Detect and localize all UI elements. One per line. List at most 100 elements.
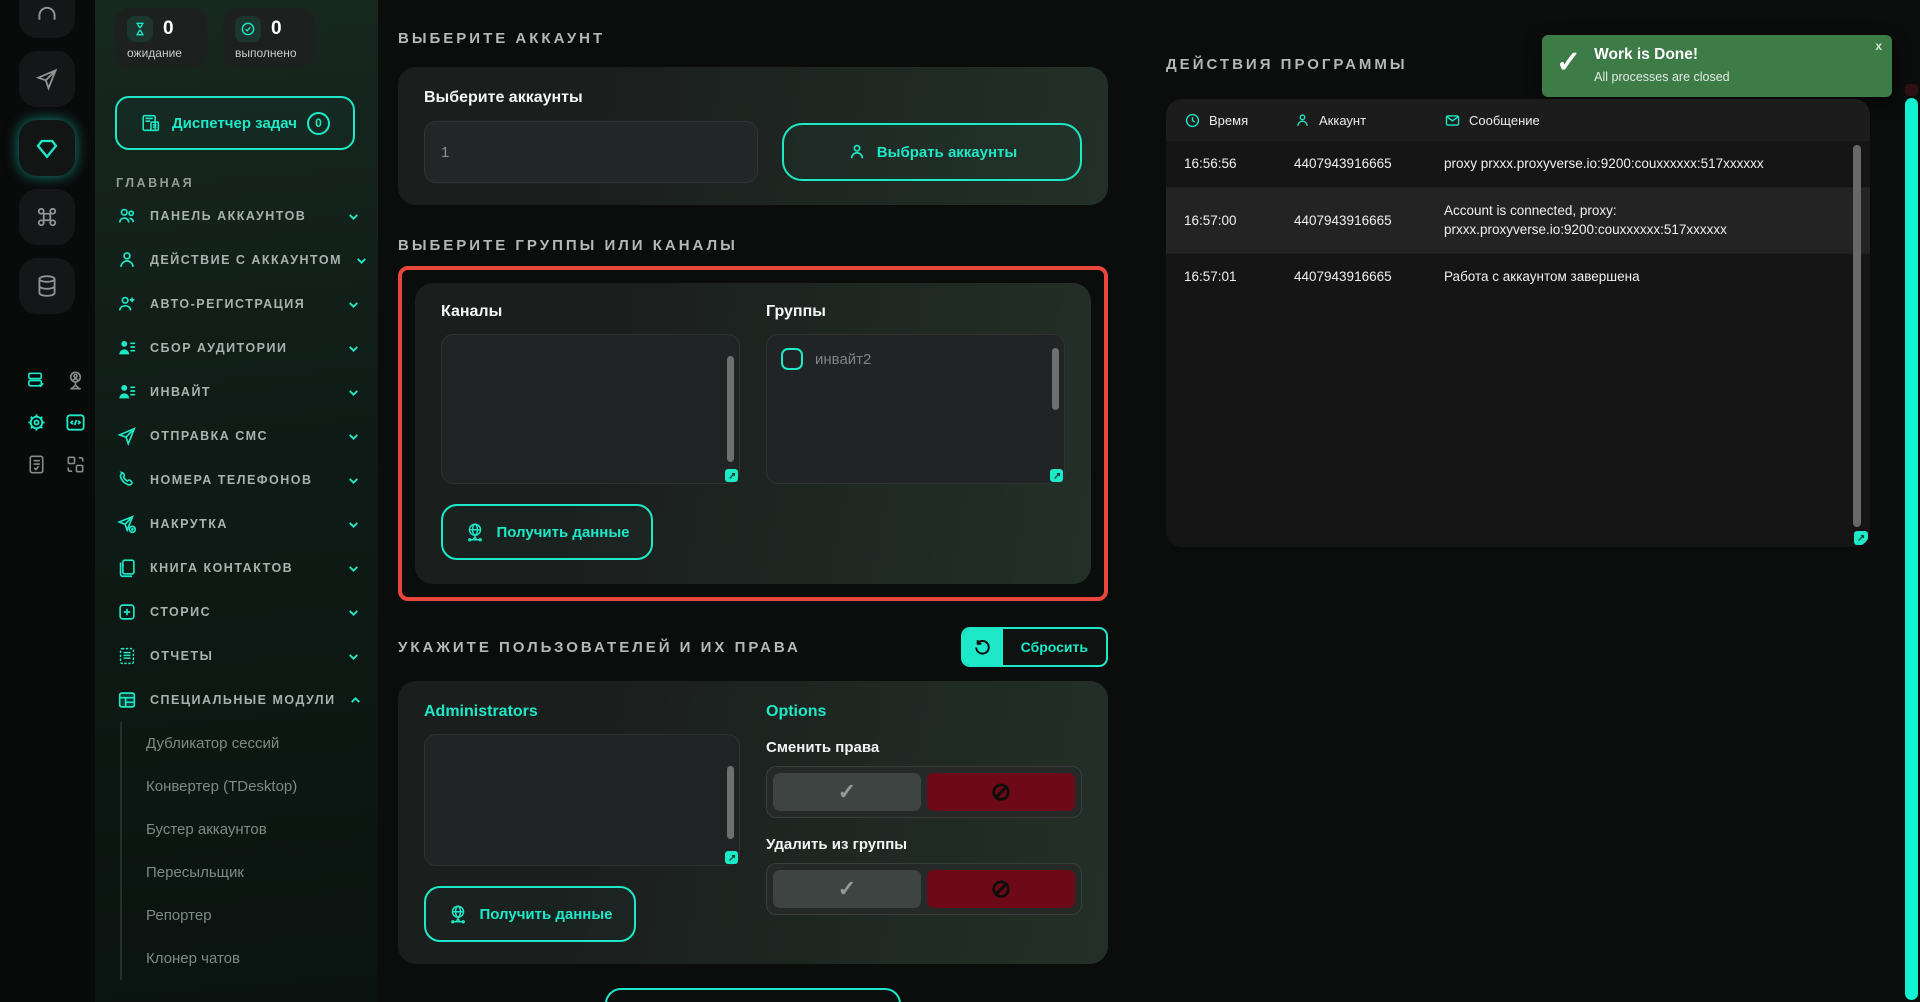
chevron-up-icon [348, 693, 363, 708]
send-rail-button[interactable] [19, 51, 75, 107]
groups-resize-grip[interactable] [1050, 469, 1063, 482]
person-icon [847, 142, 867, 162]
person-plus-icon [116, 293, 138, 315]
select-accounts-label: Выберите аккаунты [424, 89, 1082, 107]
chevron-down-icon [346, 517, 361, 532]
groups-label: Группы [766, 303, 1065, 321]
toast-check-icon: ✓ [1556, 46, 1581, 84]
diamond-rail-button[interactable] [19, 120, 75, 176]
deny-icon: ⊘ [991, 777, 1012, 807]
doc-check-icon[interactable] [24, 452, 48, 476]
contacts-book-icon [116, 557, 138, 579]
channels-label: Каналы [441, 303, 740, 321]
person-icon [116, 249, 138, 271]
users-rights-card: Administrators Получить данные Options С… [398, 681, 1108, 964]
log-row: 16:56:56 4407943916665 proxy prxxx.proxy… [1166, 141, 1870, 187]
group-checkbox[interactable] [781, 348, 803, 370]
phone-icon [116, 469, 138, 491]
sidebar-subitem-chat-cloner[interactable]: Клонер чатов [122, 937, 378, 980]
paper-plane-icon [34, 66, 60, 92]
highlighted-region: Каналы Получить данные Группы [398, 266, 1108, 601]
sidebar-subitem-account-booster[interactable]: Бустер аккаунтов [122, 808, 378, 851]
gear-icon[interactable] [24, 410, 48, 434]
administrators-listbox[interactable] [424, 734, 740, 866]
globe-icon [464, 521, 486, 543]
sidebar-item-account-action[interactable]: ДЕЙСТВИЕ С АККАУНТОМ [95, 238, 378, 282]
chevron-down-icon [346, 297, 361, 312]
select-accounts-button[interactable]: Выбрать аккаунты [782, 123, 1082, 181]
task-manager-button[interactable]: Диспетчер задач 0 [115, 96, 355, 150]
users-rights-title: УКАЖИТЕ ПОЛЬЗОВАТЕЛЕЙ И ИХ ПРАВА [398, 639, 801, 656]
sidebar-item-audience-collection[interactable]: СБОР АУДИТОРИИ [95, 326, 378, 370]
command-icon [34, 204, 60, 230]
sidebar-item-special-modules[interactable]: СПЕЦИАЛЬНЫЕ МОДУЛИ [95, 678, 378, 722]
chevron-down-icon [346, 561, 361, 576]
channels-resize-grip[interactable] [725, 469, 738, 482]
sidebar-subitem-forwarder[interactable]: Пересыльщик [122, 851, 378, 894]
swap-layout-icon[interactable] [63, 452, 87, 476]
people-icon [116, 205, 138, 227]
sidebar-item-phone-numbers[interactable]: НОМЕРА ТЕЛЕФОНОВ [95, 458, 378, 502]
server-check-icon[interactable] [24, 368, 48, 392]
log-scrollbar[interactable] [1853, 145, 1861, 527]
remove-from-group-label: Удалить из группы [766, 836, 1082, 853]
administrators-label: Administrators [424, 703, 740, 721]
account-column-header: Аккаунт [1319, 113, 1366, 128]
remove-allow-toggle[interactable]: ✓ [773, 870, 921, 908]
groups-listbox[interactable]: инвайт2 [766, 334, 1065, 484]
task-manager-badge: 0 [307, 112, 330, 135]
sidebar-subitem-session-duplicator[interactable]: Дубликатор сессий [122, 722, 378, 765]
log-message: Account is connected, proxy: prxxx.proxy… [1444, 201, 1852, 240]
task-manager-label: Диспетчер задач [172, 115, 297, 132]
log-row: 16:57:00 4407943916665 Account is connec… [1166, 187, 1870, 253]
toast-close-icon[interactable]: x [1875, 39, 1882, 53]
globe-icon [447, 903, 469, 925]
sidebar-item-sms-sending[interactable]: ОТПРАВКА СМС [95, 414, 378, 458]
done-counter: 0 выполнено [223, 8, 315, 68]
code-window-icon[interactable] [63, 410, 87, 434]
sidebar-item-contacts-book[interactable]: КНИГА КОНТАКТОВ [95, 546, 378, 590]
change-rights-deny-toggle[interactable]: ⊘ [927, 773, 1075, 811]
sidebar-subitem-tdesktop-converter[interactable]: Конвертер (TDesktop) [122, 765, 378, 808]
run-button[interactable]: Запустить [605, 988, 901, 1002]
change-rights-allow-toggle[interactable]: ✓ [773, 773, 921, 811]
time-column-header: Время [1209, 113, 1248, 128]
channels-listbox[interactable] [441, 334, 740, 484]
window-scrollbar-cap [1905, 84, 1918, 96]
headset-icon-button[interactable] [19, 0, 75, 38]
sidebar-item-boosting[interactable]: НАКРУТКА [95, 502, 378, 546]
select-account-title: ВЫБЕРИТЕ АККАУНТ [398, 30, 1108, 47]
person-cam-icon[interactable] [63, 368, 87, 392]
sidebar-item-auto-registration[interactable]: АВТО-РЕГИСТРАЦИЯ [95, 282, 378, 326]
chevron-down-icon [346, 341, 361, 356]
sidebar-item-accounts-panel[interactable]: ПАНЕЛЬ АККАУНТОВ [95, 194, 378, 238]
groups-scrollbar[interactable] [1052, 348, 1059, 410]
channels-scrollbar[interactable] [727, 356, 734, 463]
sidebar-item-stories[interactable]: СТОРИС [95, 590, 378, 634]
log-account: 4407943916665 [1294, 156, 1444, 171]
menu-section-label: ГЛАВНАЯ [116, 176, 378, 190]
administrators-scrollbar[interactable] [727, 766, 734, 839]
administrators-resize-grip[interactable] [725, 851, 738, 864]
window-scrollbar[interactable] [1905, 98, 1918, 1000]
check-circle-icon [235, 16, 261, 42]
command-rail-button[interactable] [19, 189, 75, 245]
sidebar-item-invite[interactable]: ИНВАЙТ [95, 370, 378, 414]
toast-title: Work is Done! [1594, 46, 1729, 64]
log-time: 16:57:01 [1184, 269, 1294, 284]
database-icon [34, 273, 60, 299]
log-resize-grip[interactable] [1854, 531, 1868, 545]
audience-icon [116, 337, 138, 359]
remove-deny-toggle[interactable]: ⊘ [927, 870, 1075, 908]
groups-channels-card: Каналы Получить данные Группы [415, 283, 1091, 584]
task-counters: 0 ожидание 0 выполнено [115, 8, 378, 68]
sidebar-subitem-reporter[interactable]: Репортер [122, 894, 378, 937]
sidebar-item-reports[interactable]: ОТЧЕТЫ [95, 634, 378, 678]
accounts-input[interactable] [424, 121, 758, 183]
success-toast: ✓ Work is Done! All processes are closed… [1542, 35, 1892, 97]
fetch-admins-button[interactable]: Получить данные [424, 886, 636, 942]
database-rail-button[interactable] [19, 258, 75, 314]
group-list-item[interactable]: инвайт2 [767, 335, 1064, 383]
fetch-data-button[interactable]: Получить данные [441, 504, 653, 560]
reset-button[interactable]: Сбросить [961, 627, 1108, 667]
